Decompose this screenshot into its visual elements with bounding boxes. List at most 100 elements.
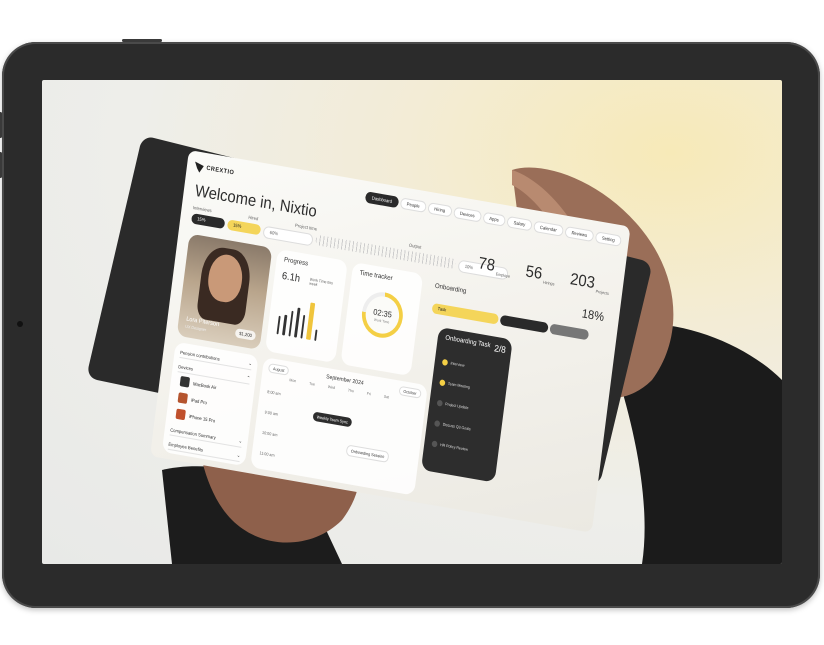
time-label: 10:00 am (261, 429, 278, 438)
chevron-up-icon: ⌃ (246, 374, 251, 381)
task-check-icon (439, 379, 446, 387)
stat-label: Project time (294, 222, 318, 232)
task-label: HR Policy Review (439, 442, 469, 452)
onboarding-task-card: Onboarding Task 2/8 Interview Team Meeti… (420, 326, 513, 483)
day-label: Tue (308, 381, 316, 387)
counter-value: 78 (477, 254, 496, 275)
task-item[interactable]: HR Policy Review (431, 438, 491, 458)
progress-bar (282, 314, 288, 336)
device-name: MacBook Air (192, 380, 217, 390)
progress-bar (300, 314, 306, 339)
pension-label: Pension contributions (179, 349, 221, 362)
progress-bar (288, 310, 294, 337)
counter-value: 56 (524, 262, 544, 284)
power-button (122, 39, 162, 42)
next-month-button[interactable]: October (398, 385, 422, 399)
timer-ring-inner: 02:35 Work Time (363, 293, 402, 337)
progress-value: 6.1h (281, 270, 301, 285)
progress-card: Progress 6.1h Work Time this week (264, 248, 348, 364)
timer-title: Time tracker (359, 269, 393, 283)
onboarding-bar (549, 323, 590, 341)
counter-label: Hirings (542, 279, 555, 287)
progress-bar (294, 307, 301, 338)
salary-badge: $1,200 (234, 328, 257, 341)
volume-button (0, 112, 2, 138)
onboarding-title: Onboarding (434, 282, 467, 296)
onboarding-percent: 18% (581, 306, 605, 325)
nav-dashboard[interactable]: Dashboard (364, 190, 400, 208)
onboarding-bar (499, 314, 549, 334)
task-item[interactable]: Interview (441, 357, 502, 377)
counter-projects: 203 Projects (569, 271, 611, 296)
nav-reviews[interactable]: Reviews (564, 225, 595, 242)
device-name: iPad Pro (190, 396, 208, 405)
counter-label: Projects (595, 288, 610, 296)
stat-pill: 15% (226, 219, 262, 236)
onboarding-bar: Task (431, 302, 500, 325)
nav-salary[interactable]: Salary (506, 215, 533, 231)
day-label: Fri (366, 391, 372, 397)
device-item[interactable]: MacBook Air (179, 375, 217, 392)
front-camera (17, 321, 23, 327)
compensation-label: Compensation Summary (170, 426, 217, 440)
phone-icon (175, 408, 186, 421)
brand-name: CREXTIO (205, 165, 235, 177)
nav-calendar[interactable]: Calendar (532, 219, 565, 237)
task-circle-icon (436, 399, 443, 407)
time-tracker-card: Time tracker 02:35 Work Time (340, 262, 424, 377)
progress-bar (305, 302, 316, 341)
timer-ring: 02:35 Work Time (359, 289, 406, 341)
photo-screen: CREXTIO Dashboard People Hiring Devices … (42, 80, 782, 564)
tablet-icon (177, 392, 189, 404)
progress-sub: Work Time this week (309, 277, 334, 287)
volume-button (0, 152, 2, 178)
time-label: 9:00 am (264, 409, 279, 417)
device-item[interactable]: iPad Pro (177, 392, 208, 407)
stat-label: Output (408, 242, 422, 250)
task-label: Project Update (445, 402, 469, 411)
device-item[interactable]: iPhone 15 Pro (175, 408, 216, 426)
chevron-down-icon: ⌄ (238, 438, 243, 444)
chevron-down-icon: ⌄ (236, 452, 241, 459)
day-label: Mon (289, 378, 297, 384)
day-label: Wed (327, 384, 336, 391)
task-label: Team Meeting (447, 381, 471, 390)
task-circle-icon (434, 420, 441, 428)
devices-label: Devices (178, 363, 194, 372)
progress-bars (276, 295, 337, 343)
counter-hirings: 56 Hirings (525, 263, 557, 287)
nav-people[interactable]: People (399, 196, 427, 213)
benefits-label: Employee Benefits (168, 441, 204, 453)
stat-label: Interviews (192, 204, 212, 214)
progress-bar (276, 315, 282, 335)
progress-bar (314, 329, 318, 342)
nav-hiring[interactable]: Hiring (427, 201, 453, 217)
nav-setting[interactable]: Setting (594, 230, 623, 247)
calendar-event[interactable]: Onboarding Session (345, 444, 390, 464)
nav-apps[interactable]: Apps (482, 211, 507, 227)
task-check-icon (441, 358, 449, 366)
counter-value: 203 (569, 270, 596, 293)
task-circle-icon (431, 440, 438, 448)
task-item[interactable]: Discuss Q3 Goals (434, 418, 494, 438)
task-item[interactable]: Team Meeting (439, 377, 499, 397)
device-name: iPhone 15 Pro (188, 413, 216, 423)
day-label: Sat (383, 394, 390, 400)
task-card-title: Onboarding Task (444, 334, 491, 350)
progress-title: Progress (283, 256, 309, 268)
calendar-event[interactable]: Weekly Team Sync (312, 411, 353, 428)
task-label: Discuss Q3 Goals (442, 422, 471, 432)
nav-devices[interactable]: Devices (452, 206, 482, 223)
time-label: 8:00 am (266, 388, 281, 397)
task-label: Interview (450, 361, 465, 368)
stat-label: Hired (248, 214, 259, 222)
time-label: 11:00 am (259, 450, 275, 458)
chevron-down-icon: ⌄ (248, 360, 253, 367)
profile-card[interactable]: Lora Piterson UX Designer $1,200 (176, 233, 273, 350)
calendar-card: August September 2024 October Mon Tue We… (250, 357, 428, 496)
task-count: 2/8 (493, 342, 507, 356)
stat-pill: 15% (190, 213, 226, 230)
task-item[interactable]: Project Update (436, 398, 496, 418)
accordion-card: Pension contributions ⌄ Devices ⌃ MacBook … (161, 341, 259, 467)
laptop-icon (179, 375, 191, 388)
